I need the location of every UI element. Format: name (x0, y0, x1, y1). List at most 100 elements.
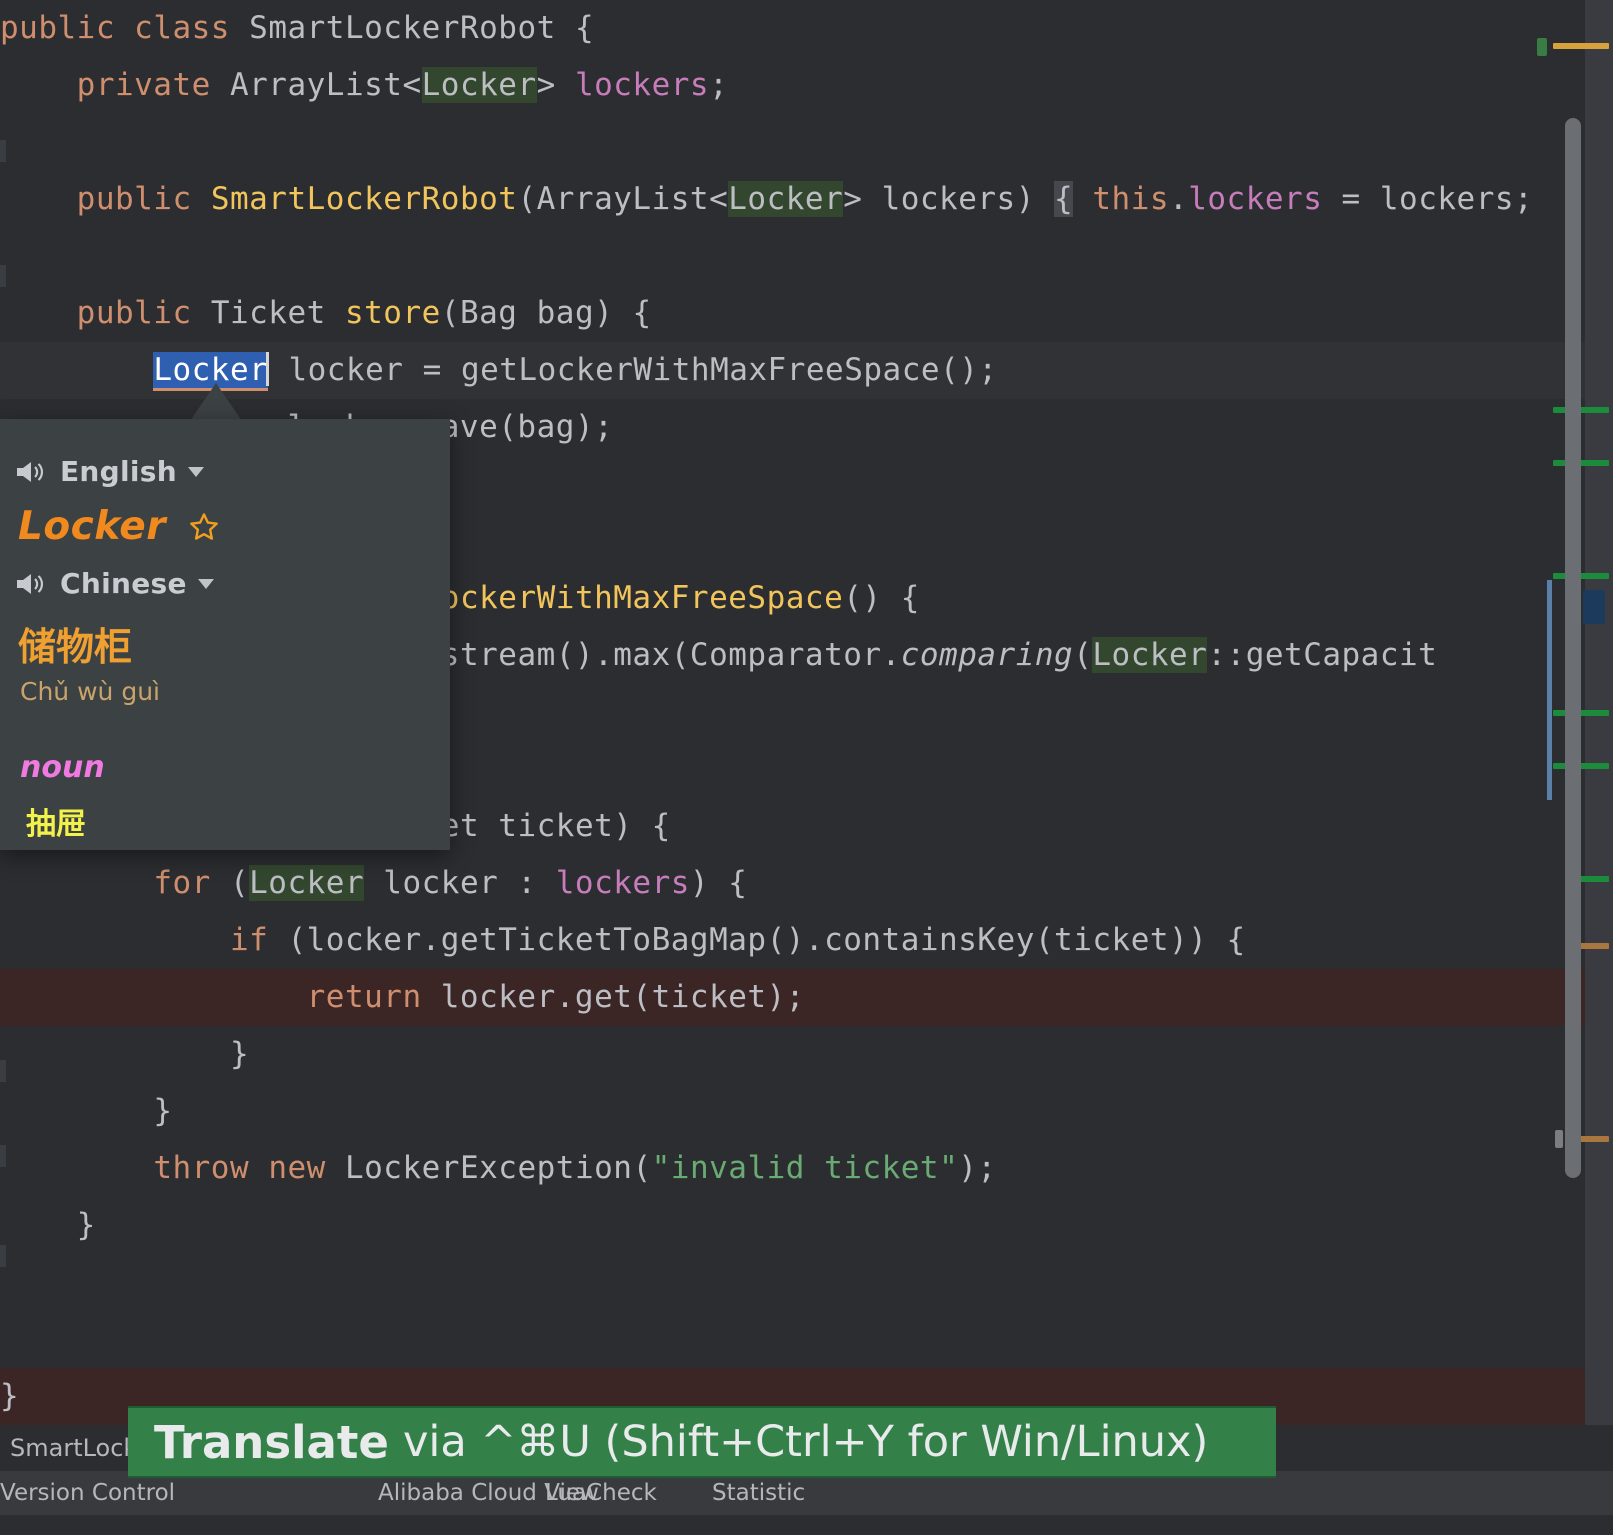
source-language-label: English (60, 455, 177, 488)
speaker-icon[interactable] (14, 459, 44, 485)
code-line[interactable] (0, 228, 1613, 285)
code-token: ArrayList< (536, 181, 729, 217)
code-token: return (306, 979, 422, 1015)
code-token: public (76, 295, 192, 331)
pinyin: Chǔ wù guì (20, 677, 160, 706)
source-language-row[interactable]: English (14, 455, 450, 488)
code-line[interactable]: public SmartLockerRobot(ArrayList<Locker… (0, 171, 1613, 228)
code-token: ; (709, 67, 729, 103)
marker-square-blue[interactable] (1583, 590, 1605, 624)
code-line[interactable]: throw new LockerException("invalid ticke… (0, 1140, 1613, 1197)
code-token: SmartLockerRobot (210, 181, 518, 217)
sense-chinese: 抽屉 (26, 807, 86, 842)
star-outline-icon[interactable] (188, 511, 220, 543)
code-line[interactable] (0, 114, 1613, 171)
code-token: class (134, 10, 230, 46)
code-token: Locker (249, 865, 365, 901)
code-token: } (229, 1036, 250, 1072)
marker-green[interactable] (1553, 573, 1609, 579)
code-token: () { (843, 580, 920, 616)
code-token: get (574, 979, 633, 1015)
translation-popup[interactable]: English Locker Chinese 储物柜 Chǔ wù guì no… (0, 419, 450, 850)
source-word-row: Locker (18, 504, 450, 549)
code-token: private (76, 67, 211, 103)
code-token: Locker (421, 67, 537, 103)
code-line[interactable]: private ArrayList<Locker> lockers; (0, 57, 1613, 114)
code-line[interactable]: return locker.get(ticket); (0, 969, 1613, 1026)
code-line[interactable]: public Ticket store(Bag bag) { (0, 285, 1613, 342)
code-line[interactable]: } (0, 1197, 1613, 1254)
code-token: { (1054, 181, 1074, 217)
code-line[interactable]: } (0, 1083, 1613, 1140)
marker-square-grey[interactable] (1555, 1130, 1563, 1148)
code-token: (bag) (498, 409, 595, 445)
code-token: Ticket (210, 295, 326, 331)
gutter-tick (0, 1245, 6, 1267)
code-token: ); (958, 1150, 997, 1186)
code-line[interactable]: if (locker.getTicketToBagMap().containsK… (0, 912, 1613, 969)
chevron-down-icon[interactable] (197, 578, 214, 589)
gutter-tick (0, 1145, 6, 1167)
code-token: .stream().max( (421, 637, 690, 673)
target-language-row[interactable]: Chinese (14, 567, 450, 600)
code-token: locker : (364, 865, 556, 901)
code-token: (ticket); (632, 979, 805, 1015)
code-token: getTicketToBagMap (440, 922, 767, 958)
code-token: { (555, 10, 595, 46)
code-token: this (1092, 181, 1170, 217)
ide-window: public class SmartLockerRobot { private … (0, 0, 1613, 1535)
popup-pointer (190, 383, 242, 421)
code-token: ( (1073, 637, 1093, 673)
editor-scrollbar-thumb[interactable] (1565, 118, 1581, 1178)
code-token: for (153, 865, 211, 901)
vcs-change-bar[interactable] (1547, 580, 1552, 800)
marker-green[interactable] (1553, 710, 1609, 716)
code-token: containsKey (824, 922, 1035, 958)
code-token: > (536, 67, 575, 103)
code-line[interactable]: public class SmartLockerRobot { (0, 0, 1613, 57)
code-token: lockers (1188, 181, 1323, 217)
code-token: store (344, 295, 441, 331)
gutter-tick (0, 265, 6, 287)
marker-green[interactable] (1553, 460, 1609, 466)
chevron-down-icon[interactable] (188, 466, 204, 477)
code-token: LockerException (344, 1150, 633, 1186)
code-token: getLockerWithMaxFreeSpace (460, 352, 941, 388)
code-token: Comparator (689, 637, 882, 673)
translate-shortcut-label: via ^⌘U (Shift+Ctrl+Y for Win/Linux) (402, 1417, 1209, 1467)
code-token: bag) { (517, 295, 652, 331)
translate-action-label: Translate (154, 1415, 389, 1469)
translate-hint-banner[interactable]: Translate via ^⌘U (Shift+Ctrl+Y for Win/… (128, 1406, 1276, 1478)
code-token: } (76, 1207, 96, 1243)
code-token: } (0, 1378, 20, 1414)
marker-square-green[interactable] (1537, 38, 1547, 56)
marker-yellow[interactable] (1553, 43, 1609, 49)
code-token: if (229, 922, 269, 958)
code-token: = (1322, 181, 1380, 217)
code-token: lockers (574, 67, 710, 103)
code-line[interactable]: } (0, 1026, 1613, 1083)
code-line[interactable]: for (Locker locker : lockers) { (0, 855, 1613, 912)
code-line[interactable] (0, 1254, 1613, 1311)
source-word: Locker (18, 504, 166, 549)
code-token: Locker (1092, 637, 1208, 673)
code-token: new (268, 1150, 326, 1186)
code-line[interactable] (0, 1311, 1613, 1368)
code-token: (locker. (268, 922, 441, 958)
code-token: ArrayList< (229, 67, 422, 103)
gutter-tick (0, 140, 6, 162)
marker-green[interactable] (1553, 407, 1609, 413)
marker-green[interactable] (1553, 763, 1609, 769)
code-token: (ticket)) { (1034, 922, 1246, 958)
speaker-icon[interactable] (14, 571, 44, 597)
code-token: (). (766, 922, 825, 958)
code-token: . (1169, 181, 1189, 217)
code-token: ( (440, 295, 460, 331)
code-token: (); (940, 352, 998, 388)
code-token: } (153, 1093, 173, 1129)
